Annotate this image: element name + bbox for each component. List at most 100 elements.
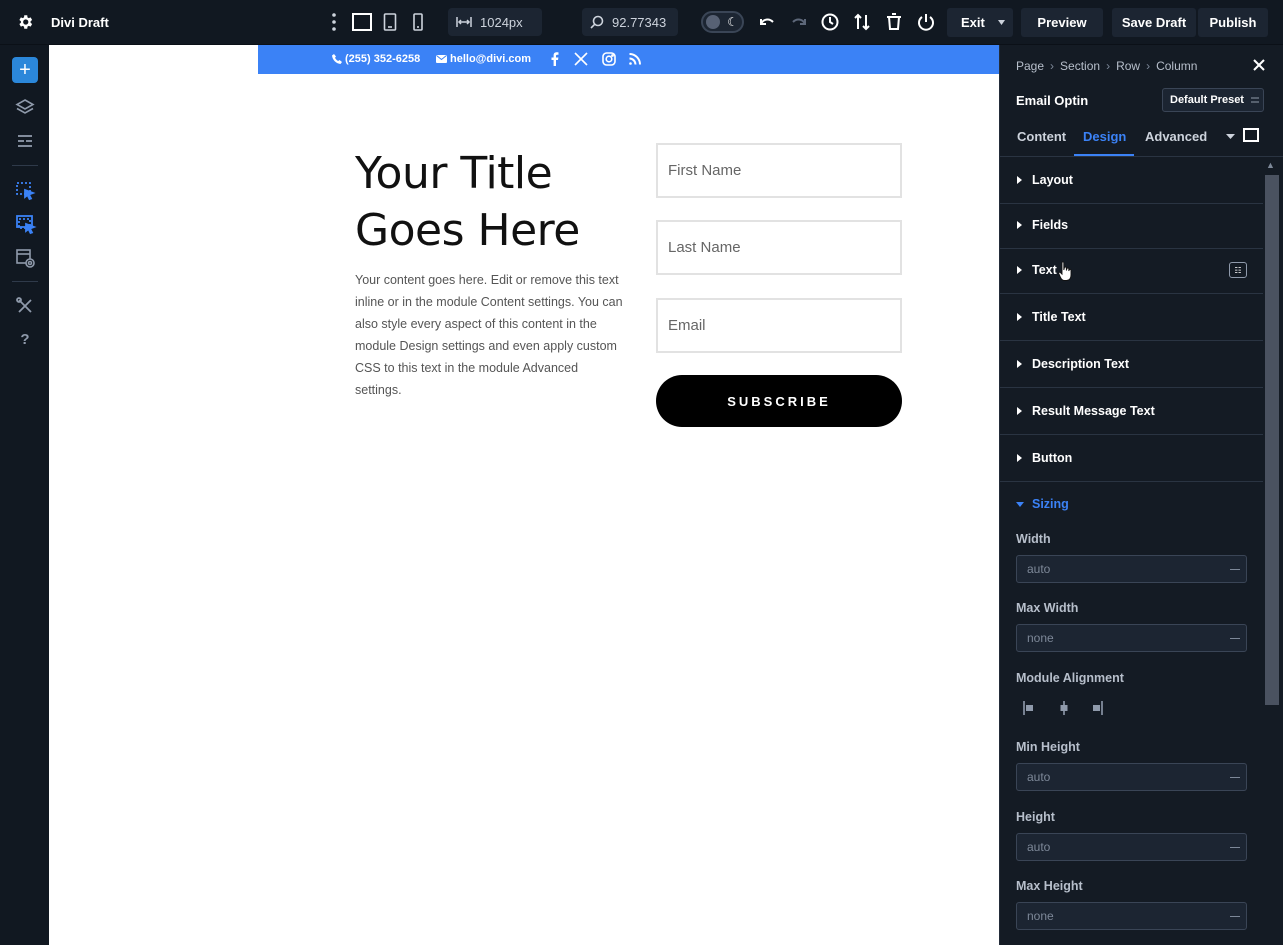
tools-icon[interactable] xyxy=(12,293,38,319)
publish-button[interactable]: Publish xyxy=(1198,8,1268,37)
settings-panel: Page › Section › Row › Column Email Opti… xyxy=(999,45,1283,945)
email-placeholder: Email xyxy=(668,317,706,334)
unit-dash-icon xyxy=(1230,569,1240,570)
caret-right-icon xyxy=(1017,176,1022,184)
save-draft-label: Save Draft xyxy=(1121,15,1187,30)
exit-button[interactable]: Exit xyxy=(947,8,1013,37)
portability-icon[interactable] xyxy=(852,12,872,32)
group-description-text[interactable]: Description Text xyxy=(1000,341,1263,388)
max-width-label: Max Width xyxy=(1016,601,1079,615)
group-result-message-text[interactable]: Result Message Text xyxy=(1000,388,1263,435)
hand-cursor-icon xyxy=(1058,261,1072,281)
group-fields[interactable]: Fields xyxy=(1000,202,1263,249)
click-mode-icon[interactable] xyxy=(12,178,38,204)
preset-selector[interactable]: Default Preset xyxy=(1162,88,1264,112)
min-height-input[interactable]: auto xyxy=(1016,763,1247,791)
x-twitter-icon[interactable] xyxy=(574,52,588,66)
last-name-input[interactable]: Last Name xyxy=(656,220,902,275)
add-module-button[interactable]: + xyxy=(12,57,38,83)
instagram-icon[interactable] xyxy=(602,52,616,66)
breadcrumb-separator: › xyxy=(1146,59,1151,73)
first-name-placeholder: First Name xyxy=(668,162,742,179)
phone-contact[interactable]: (255) 352-6258 xyxy=(332,53,420,65)
sidebar-divider xyxy=(12,281,38,282)
height-label: Height xyxy=(1016,810,1055,824)
scroll-up-icon[interactable]: ▲ xyxy=(1266,160,1275,170)
rss-icon[interactable] xyxy=(628,52,642,66)
zoom-search-icon xyxy=(590,15,604,29)
power-icon[interactable] xyxy=(916,12,936,32)
group-label: Text xyxy=(1032,263,1057,277)
layers-icon[interactable] xyxy=(12,95,38,121)
gear-icon[interactable] xyxy=(16,13,34,31)
theme-builder-icon[interactable] xyxy=(12,245,38,271)
help-icon[interactable]: ? xyxy=(12,326,38,352)
dark-mode-toggle[interactable]: ☾ xyxy=(701,11,744,33)
group-options-icon[interactable]: ☷ xyxy=(1229,262,1247,278)
breadcrumb-column[interactable]: Column xyxy=(1156,59,1197,73)
page-canvas: (255) 352-6258 hello@divi.com Your Title… xyxy=(49,45,999,945)
optin-description[interactable]: Your content goes here. Edit or remove t… xyxy=(355,269,625,401)
tab-design[interactable]: Design xyxy=(1083,129,1126,144)
breadcrumb-page[interactable]: Page xyxy=(1016,59,1044,73)
tab-content[interactable]: Content xyxy=(1017,129,1066,144)
preview-button[interactable]: Preview xyxy=(1021,8,1103,37)
top-toolbar: Divi Draft 1024px 92.77343 ☾ Exit Previe… xyxy=(0,0,1283,45)
zoom-field[interactable]: 92.77343 xyxy=(582,8,678,36)
email-contact[interactable]: hello@divi.com xyxy=(436,53,531,65)
group-layout[interactable]: Layout xyxy=(1000,157,1263,204)
unit-dash-icon xyxy=(1230,777,1240,778)
undo-icon[interactable] xyxy=(757,12,777,32)
first-name-input[interactable]: First Name xyxy=(656,143,902,198)
email-input[interactable]: Email xyxy=(656,298,902,353)
min-height-label: Min Height xyxy=(1016,740,1080,754)
tab-advanced[interactable]: Advanced xyxy=(1145,129,1207,144)
breadcrumb-row[interactable]: Row xyxy=(1116,59,1140,73)
preview-label: Preview xyxy=(1037,15,1087,30)
canvas-width-field[interactable]: 1024px xyxy=(448,8,542,36)
group-button[interactable]: Button xyxy=(1000,435,1263,482)
phone-icon xyxy=(332,54,342,64)
subscribe-button[interactable]: SUBSCRIBE xyxy=(656,375,902,427)
caret-right-icon xyxy=(1017,313,1022,321)
align-center-icon[interactable] xyxy=(1057,700,1071,716)
scrollbar-thumb[interactable] xyxy=(1265,175,1279,705)
zoom-value: 92.77343 xyxy=(612,14,667,30)
group-sizing-label[interactable]: Sizing xyxy=(1032,497,1069,511)
page-layout-icon[interactable] xyxy=(12,129,38,155)
tablet-view-icon[interactable] xyxy=(383,13,397,31)
active-tab-indicator xyxy=(1074,154,1134,156)
hover-mode-icon[interactable] xyxy=(12,211,38,237)
group-title-text[interactable]: Title Text xyxy=(1000,294,1263,341)
chevron-down-icon[interactable] xyxy=(1226,132,1235,141)
align-left-icon[interactable] xyxy=(1022,700,1036,716)
preset-options-icon xyxy=(1251,97,1259,103)
max-width-value: none xyxy=(1027,631,1054,645)
align-right-icon[interactable] xyxy=(1090,700,1104,716)
width-input[interactable]: auto xyxy=(1016,555,1247,583)
height-input[interactable]: auto xyxy=(1016,833,1247,861)
history-icon[interactable] xyxy=(820,12,840,32)
unit-dash-icon xyxy=(1230,638,1240,639)
max-width-input[interactable]: none xyxy=(1016,624,1247,652)
facebook-icon[interactable] xyxy=(551,52,559,66)
phone-view-icon[interactable] xyxy=(412,13,424,31)
optin-title[interactable]: Your Title Goes Here xyxy=(355,145,635,259)
caret-down-icon[interactable] xyxy=(1016,502,1024,507)
desktop-view-icon[interactable] xyxy=(352,13,372,31)
width-label: Width xyxy=(1016,532,1051,546)
canvas-width-value: 1024px xyxy=(480,14,523,30)
trash-icon[interactable] xyxy=(884,12,904,32)
close-icon[interactable] xyxy=(1252,58,1266,72)
more-options-icon[interactable] xyxy=(330,12,338,32)
save-draft-button[interactable]: Save Draft xyxy=(1112,8,1196,37)
breadcrumb-separator: › xyxy=(1050,59,1055,73)
group-label: Button xyxy=(1032,451,1073,465)
max-height-input[interactable]: none xyxy=(1016,902,1247,930)
unit-dash-icon xyxy=(1230,847,1240,848)
group-text[interactable]: Text ☷ xyxy=(1000,247,1263,294)
caret-right-icon xyxy=(1017,221,1022,229)
redo-icon[interactable] xyxy=(789,12,809,32)
breadcrumb-section[interactable]: Section xyxy=(1060,59,1100,73)
view-mode-icon[interactable] xyxy=(1243,128,1259,142)
